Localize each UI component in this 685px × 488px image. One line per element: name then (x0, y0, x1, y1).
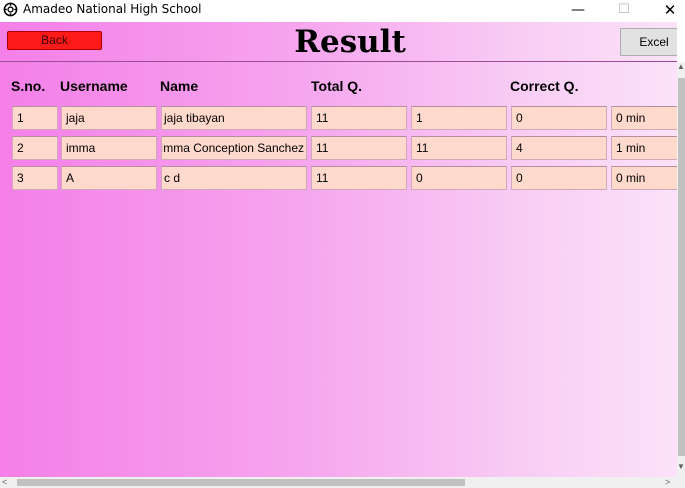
minimize-button[interactable]: — (555, 0, 601, 22)
cell-total[interactable]: 11 (311, 136, 407, 160)
cell-total[interactable]: 11 (311, 166, 407, 190)
cell-total[interactable]: 11 (311, 106, 407, 130)
cell-correct[interactable]: 0 (511, 166, 607, 190)
cell-attempted[interactable]: 11 (411, 136, 507, 160)
scroll-up-icon[interactable]: ▲ (677, 62, 685, 76)
cell-sno[interactable]: 2 (12, 136, 58, 160)
cell-time[interactable]: 0 min (611, 166, 677, 190)
cell-correct[interactable]: 0 (511, 106, 607, 130)
cell-name[interactable]: c d (161, 166, 307, 190)
window-titlebar: Amadeo National High School — ☐ ✕ (0, 0, 685, 22)
horizontal-scroll-thumb[interactable] (17, 479, 465, 486)
cell-username[interactable]: imma (61, 136, 157, 160)
header-divider (0, 61, 677, 62)
cell-correct[interactable]: 4 (511, 136, 607, 160)
vertical-scroll-thumb[interactable] (678, 78, 685, 456)
column-header-name: Name (160, 78, 199, 94)
gear-icon (3, 2, 18, 17)
cell-sno[interactable]: 3 (12, 166, 58, 190)
scroll-left-icon[interactable]: < (2, 477, 12, 488)
cell-username[interactable]: A (61, 166, 157, 190)
cell-name[interactable]: jaja tibayan (161, 106, 307, 130)
window-title: Amadeo National High School (23, 2, 202, 16)
cell-username[interactable]: jaja (61, 106, 157, 130)
cell-attempted[interactable]: 1 (411, 106, 507, 130)
cell-time[interactable]: 1 min (611, 136, 677, 160)
back-button[interactable]: Back (7, 31, 102, 50)
column-header-sno: S.no. (11, 78, 46, 94)
cell-name[interactable]: Imma Conception Sanchez (161, 136, 307, 160)
column-header-username: Username (60, 78, 128, 94)
scroll-right-icon[interactable]: > (665, 477, 675, 488)
excel-button[interactable]: Excel (620, 28, 677, 56)
cell-attempted[interactable]: 0 (411, 166, 507, 190)
maximize-button[interactable]: ☐ (601, 0, 647, 22)
column-header-correct: Correct Q. (510, 78, 579, 94)
close-button[interactable]: ✕ (647, 0, 685, 22)
cell-sno[interactable]: 1 (12, 106, 58, 130)
scroll-down-icon[interactable]: ▼ (677, 462, 685, 476)
cell-time[interactable]: 0 min (611, 106, 677, 130)
result-panel: Result Back Excel S.no. Username Name To… (0, 22, 677, 477)
column-header-total: Total Q. (311, 78, 363, 94)
